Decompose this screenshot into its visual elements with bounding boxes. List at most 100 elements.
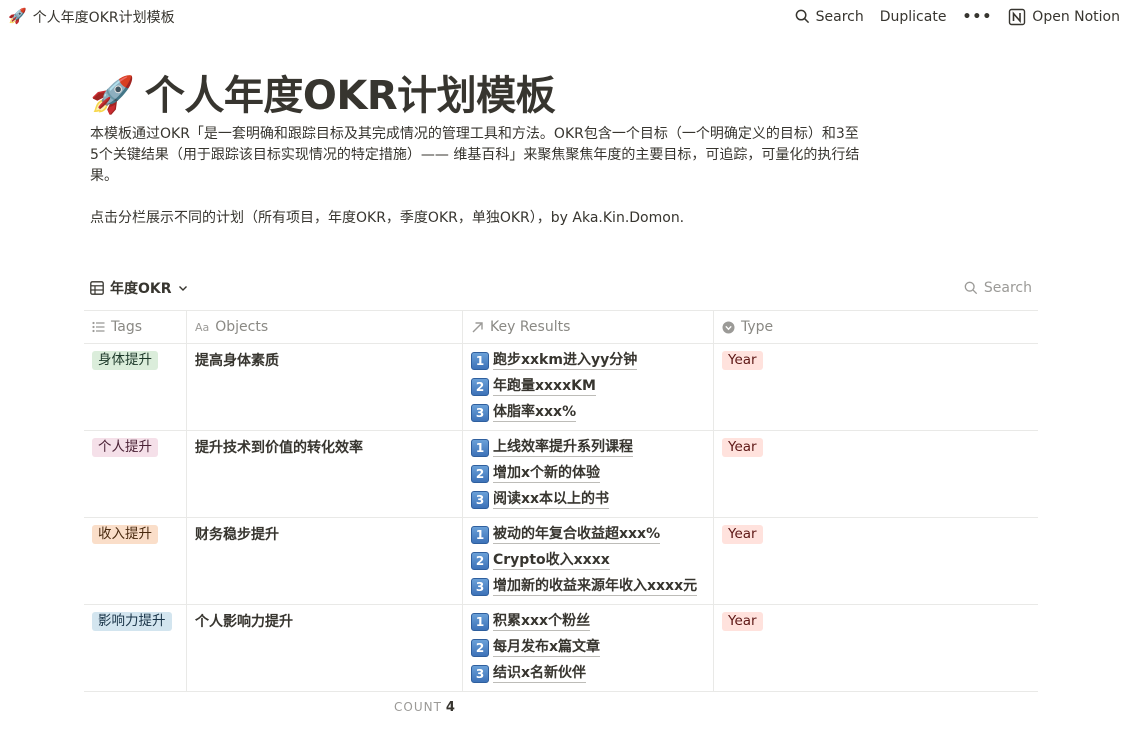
key-result-text: 增加新的收益来源年收入xxxx元: [493, 578, 698, 596]
keycap-three-icon: 3: [471, 403, 489, 422]
key-result-link[interactable]: 1 被动的年复合收益超xxx%: [471, 525, 705, 544]
select-property-icon: [722, 321, 735, 333]
keycap-one-icon: 1: [471, 525, 489, 544]
column-label: Tags: [111, 319, 142, 335]
keycap-one-icon: 1: [471, 438, 489, 457]
key-result-link[interactable]: 1 上线效率提升系列课程: [471, 438, 705, 457]
column-label: Type: [741, 319, 774, 335]
key-result-link[interactable]: 2 年跑量xxxxKM: [471, 377, 705, 396]
keycap-two-icon: 2: [471, 551, 489, 570]
more-button[interactable]: •••: [962, 9, 992, 25]
tags-cell[interactable]: 个人提升: [84, 431, 187, 517]
column-header-key-results[interactable]: Key Results: [463, 311, 714, 343]
key-result-text: 跑步xxkm进入yy分钟: [493, 352, 638, 370]
key-result-text: 被动的年复合收益超xxx%: [493, 526, 661, 544]
keycap-two-icon: 2: [471, 638, 489, 657]
keycap-two-icon: 2: [471, 377, 489, 396]
key-results-list: 1 被动的年复合收益超xxx% 2 Crypto收入xxxx 3 增加新的收益来源年收…: [471, 525, 705, 596]
breadcrumb-title[interactable]: 个人年度OKR计划模板: [33, 7, 175, 27]
column-label: Key Results: [490, 319, 571, 335]
key-result-text: 体脂率xxx%: [493, 404, 577, 422]
column-header-objects[interactable]: Aa Objects: [187, 311, 463, 343]
type-cell[interactable]: Year: [714, 518, 1038, 604]
page-note: 点击分栏展示不同的计划（所有项目，年度OKR，季度OKR，单独OKR），by A…: [90, 210, 685, 226]
key-result-link[interactable]: 3 结识x名新伙伴: [471, 664, 705, 683]
page-content: 🚀 个人年度OKR计划模板 本模板通过OKR「是一套明确和跟踪目标及其完成情况的…: [90, 72, 860, 229]
key-results-cell[interactable]: 1 上线效率提升系列课程 2 增加x个新的体验 3 阅读xx本以上的书: [463, 431, 714, 517]
type-cell[interactable]: Year: [714, 344, 1038, 430]
count-value: 4: [445, 700, 455, 715]
key-result-link[interactable]: 3 阅读xx本以上的书: [471, 490, 705, 509]
database-search-label: Search: [983, 280, 1032, 296]
type-pill: Year: [722, 351, 763, 370]
objects-cell[interactable]: 财务稳步提升: [187, 518, 463, 604]
open-notion-button[interactable]: Open Notion: [1008, 8, 1120, 26]
object-text: 个人影响力提升: [195, 614, 293, 630]
notion-logo-icon: [1009, 8, 1026, 25]
key-result-text: Crypto收入xxxx: [493, 552, 610, 570]
top-bar: 🚀 个人年度OKR计划模板 Search Duplicate ••• Open …: [0, 0, 1130, 33]
tags-cell[interactable]: 收入提升: [84, 518, 187, 604]
column-header-tags[interactable]: Tags: [84, 311, 187, 343]
column-label: Objects: [215, 319, 269, 335]
search-button[interactable]: Search: [795, 9, 864, 25]
table-header: Tags Aa Objects Key Results Type: [84, 310, 1038, 344]
table-icon: [90, 281, 104, 295]
keycap-one-icon: 1: [471, 351, 489, 370]
key-result-link[interactable]: 1 积累xxx个粉丝: [471, 612, 705, 631]
key-result-link[interactable]: 2 增加x个新的体验: [471, 464, 705, 483]
keycap-three-icon: 3: [471, 577, 489, 596]
objects-cell[interactable]: 个人影响力提升: [187, 605, 463, 691]
chevron-down-icon: [178, 286, 187, 291]
search-icon: [795, 9, 809, 24]
key-results-cell[interactable]: 1 被动的年复合收益超xxx% 2 Crypto收入xxxx 3 增加新的收益来源年收…: [463, 518, 714, 604]
key-result-text: 每月发布x篇文章: [493, 639, 601, 657]
open-notion-label: Open Notion: [1032, 8, 1120, 25]
topbar-actions: Search Duplicate ••• Open Notion: [795, 8, 1120, 26]
breadcrumb[interactable]: 🚀 个人年度OKR计划模板: [8, 7, 175, 27]
view-selector[interactable]: 年度OKR: [90, 278, 188, 298]
key-results-list: 1 上线效率提升系列课程 2 增加x个新的体验 3 阅读xx本以上的书: [471, 438, 705, 509]
type-cell[interactable]: Year: [714, 431, 1038, 517]
table-row[interactable]: 身体提升 提高身体素质 1 跑步xxkm进入yy分钟 2 年跑量xxxxKM 3 体脂…: [84, 344, 1038, 431]
key-result-link[interactable]: 2 Crypto收入xxxx: [471, 551, 705, 570]
column-header-type[interactable]: Type: [714, 311, 1038, 343]
count-label: COUNT: [394, 700, 442, 714]
tag-pill: 收入提升: [92, 525, 158, 544]
title-row: 🚀 个人年度OKR计划模板: [90, 72, 860, 120]
object-text: 提高身体素质: [195, 353, 279, 369]
objects-cell[interactable]: 提高身体素质: [187, 344, 463, 430]
object-text: 提升技术到价值的转化效率: [195, 440, 363, 456]
tags-cell[interactable]: 身体提升: [84, 344, 187, 430]
key-result-text: 上线效率提升系列课程: [493, 439, 633, 457]
database-search[interactable]: Search: [964, 280, 1036, 296]
key-result-link[interactable]: 3 增加新的收益来源年收入xxxx元: [471, 577, 705, 596]
table-row[interactable]: 个人提升 提升技术到价值的转化效率 1 上线效率提升系列课程 2 增加x个新的体验 …: [84, 431, 1038, 518]
key-results-list: 1 跑步xxkm进入yy分钟 2 年跑量xxxxKM 3 体脂率xxx%: [471, 351, 705, 422]
key-result-link[interactable]: 3 体脂率xxx%: [471, 403, 705, 422]
type-pill: Year: [722, 438, 763, 457]
tags-cell[interactable]: 影响力提升: [84, 605, 187, 691]
type-cell[interactable]: Year: [714, 605, 1038, 691]
page-icon[interactable]: 🚀: [90, 78, 135, 114]
duplicate-button[interactable]: Duplicate: [880, 9, 947, 25]
table-row[interactable]: 收入提升 财务稳步提升 1 被动的年复合收益超xxx% 2 Crypto收入xxxx…: [84, 518, 1038, 605]
tag-pill: 身体提升: [92, 351, 158, 370]
key-results-cell[interactable]: 1 积累xxx个粉丝 2 每月发布x篇文章 3 结识x名新伙伴: [463, 605, 714, 691]
more-icon: •••: [962, 8, 993, 25]
tag-pill: 个人提升: [92, 438, 158, 457]
okr-table: Tags Aa Objects Key Results Type 身体提升 提高…: [84, 310, 1038, 692]
text-property-icon: Aa: [195, 320, 210, 334]
count-summary[interactable]: COUNT 4: [394, 700, 455, 715]
object-text: 财务稳步提升: [195, 527, 279, 543]
objects-cell[interactable]: 提升技术到价值的转化效率: [187, 431, 463, 517]
key-result-link[interactable]: 1 跑步xxkm进入yy分钟: [471, 351, 705, 370]
database-view-bar: 年度OKR Search: [90, 276, 1036, 300]
tag-pill: 影响力提升: [92, 612, 172, 631]
key-result-link[interactable]: 2 每月发布x篇文章: [471, 638, 705, 657]
table-row[interactable]: 影响力提升 个人影响力提升 1 积累xxx个粉丝 2 每月发布x篇文章 3 结识x名新…: [84, 605, 1038, 692]
keycap-three-icon: 3: [471, 664, 489, 683]
key-results-cell[interactable]: 1 跑步xxkm进入yy分钟 2 年跑量xxxxKM 3 体脂率xxx%: [463, 344, 714, 430]
view-tab-label: 年度OKR: [110, 281, 172, 297]
key-result-text: 年跑量xxxxKM: [493, 378, 596, 396]
